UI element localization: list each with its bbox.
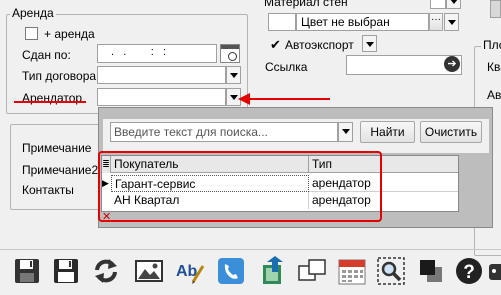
color-swatch[interactable] [268, 13, 296, 31]
right-label-2: Авт [487, 88, 501, 102]
color-select-value: Цвет не выбран [301, 15, 390, 29]
contacts-label: Контакты [22, 183, 74, 197]
autoexport-label: Автоэкспорт [285, 38, 354, 52]
rent-checkbox-label: + аренда [44, 27, 95, 41]
copy-windows-icon[interactable] [297, 256, 327, 286]
lookup-search-dropdown[interactable] [338, 122, 353, 142]
spellcheck-icon[interactable]: Ab [175, 256, 205, 286]
save-icon[interactable] [51, 256, 81, 286]
tenant-select[interactable] [97, 88, 226, 106]
right-edge-bar [490, 0, 501, 18]
clear-button[interactable]: Очистить [420, 121, 482, 143]
color-more-button[interactable]: ··· [429, 13, 443, 31]
help-icon[interactable]: ? [454, 256, 484, 286]
popup-resize-grip-icon[interactable]: ✕ [102, 212, 111, 223]
lookup-search-placeholder: Введите текст для поиска... [114, 125, 268, 139]
note2-label: Примечание2 [22, 163, 99, 177]
contract-type-dropdown[interactable] [226, 66, 241, 84]
contract-type-label: Тип договора [22, 69, 97, 83]
export-icon[interactable] [258, 256, 288, 286]
right-label-1: Ква [487, 60, 501, 74]
go-arrow-icon[interactable]: ➔ [444, 56, 460, 72]
material-walls-field[interactable] [430, 0, 446, 9]
calendar-clock-icon[interactable] [220, 44, 240, 63]
rented-until-input[interactable]: . . : : [97, 44, 217, 63]
annotation-box [98, 151, 382, 222]
rented-until-value: . . : : [108, 46, 167, 58]
autoexport-dropdown[interactable] [362, 35, 377, 52]
save-new-icon[interactable] [12, 256, 42, 286]
rented-until-label: Сдан по: [22, 48, 71, 62]
color-dropdown[interactable] [444, 13, 459, 31]
note-label: Примечание [22, 141, 92, 155]
autoexport-check-icon[interactable]: ✔ [270, 37, 281, 53]
link-label: Ссылка [265, 60, 308, 74]
image-icon[interactable] [134, 256, 164, 286]
calendar-icon[interactable] [337, 256, 367, 286]
layers-icon[interactable] [416, 256, 446, 286]
refresh-icon[interactable] [91, 256, 121, 286]
contract-type-select[interactable] [97, 66, 226, 84]
material-walls-label: Материал стен [264, 0, 348, 9]
phone-icon[interactable] [216, 256, 246, 286]
annotation-underline [14, 101, 86, 103]
material-walls-dropdown[interactable] [446, 0, 461, 9]
lookup-search-input[interactable]: Введите текст для поиска... [110, 122, 338, 142]
robot-icon[interactable] [486, 256, 501, 286]
svg-text:?: ? [463, 262, 475, 283]
rent-group-title: Аренда [10, 6, 56, 20]
color-select[interactable]: Цвет не выбран [296, 13, 429, 31]
zoom-icon[interactable] [376, 256, 406, 286]
toolbar-separator [0, 249, 501, 250]
find-button[interactable]: Найти [360, 121, 415, 143]
rent-checkbox[interactable] [25, 27, 38, 40]
annotation-arrow [238, 93, 330, 105]
right-group-title: Пло [481, 38, 501, 52]
